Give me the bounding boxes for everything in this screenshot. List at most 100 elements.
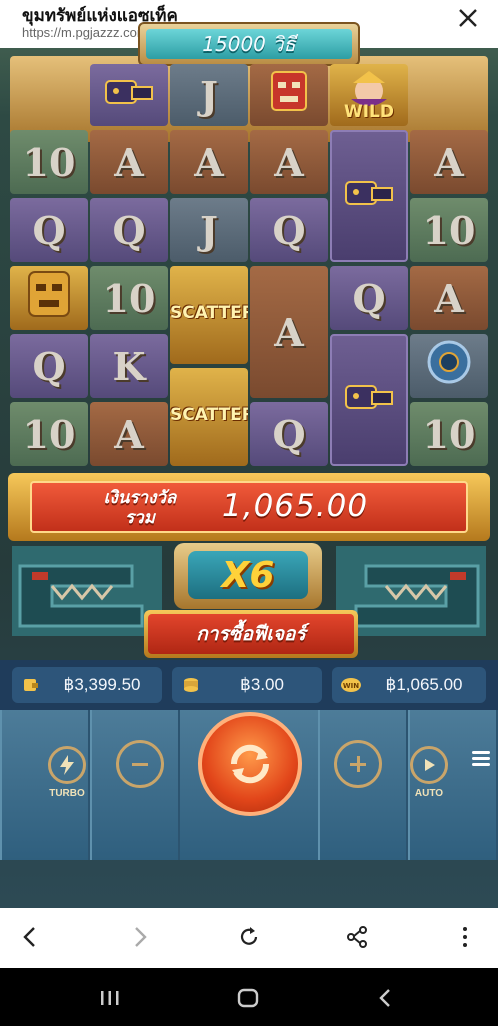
browser-bottom-nav: [0, 908, 498, 968]
red-mask-icon: [264, 66, 314, 124]
ways-count: 15000 วิธี: [202, 32, 296, 56]
multiplier-value: X6: [221, 554, 275, 596]
card-symbol-label: Q: [112, 207, 146, 253]
serpent-jaw-right-icon: [336, 546, 486, 636]
reel-cell: [330, 334, 408, 466]
reel-cell: J: [170, 64, 248, 126]
svg-text:WIN: WIN: [343, 682, 359, 690]
stone-serpent-icon: [102, 71, 156, 119]
stone-serpent-icon: [342, 376, 396, 424]
card-symbol-label: 10: [22, 139, 76, 185]
spin-button[interactable]: [198, 712, 302, 816]
card-symbol-label: 10: [22, 411, 76, 457]
reel-cell: 10: [10, 130, 88, 194]
reel-cell: A: [410, 266, 488, 330]
reload-icon[interactable]: [236, 924, 262, 950]
coin-stack-icon: [180, 674, 202, 696]
reel-cell: A: [90, 402, 168, 466]
card-symbol-label: A: [274, 139, 304, 185]
turbo-button[interactable]: [48, 746, 86, 784]
play-icon: [425, 759, 435, 771]
card-symbol-label: A: [114, 139, 144, 185]
reel-cell: [10, 266, 88, 330]
reel-cell: Q: [330, 266, 408, 330]
card-symbol-label: J: [200, 72, 218, 118]
win-box: WIN ฿1,065.00: [332, 667, 486, 703]
decrease-bet-button[interactable]: [116, 740, 164, 788]
autoplay-label: AUTO: [414, 788, 444, 799]
card-symbol-label: A: [194, 139, 224, 185]
balance-value: ฿3,399.50: [63, 675, 141, 694]
card-symbol-label: K: [112, 343, 146, 389]
system-back-icon[interactable]: [374, 988, 398, 1008]
reel-cell: 10: [10, 402, 88, 466]
reel-cell: K: [90, 334, 168, 398]
card-symbol-label: Q: [272, 411, 306, 457]
reel-cell: J: [170, 198, 248, 262]
back-icon[interactable]: [18, 924, 44, 950]
reel-cell: A: [410, 130, 488, 194]
reel-cell: Q: [10, 198, 88, 262]
wallet-icon: [20, 674, 42, 696]
ways-plate: 15000 วิธี: [138, 22, 360, 66]
reel-cell: 10: [90, 266, 168, 330]
last-win-value: ฿1,065.00: [385, 675, 463, 694]
reel-cell: SCATTER: [170, 368, 248, 466]
win-badge-icon: WIN: [340, 674, 362, 696]
card-symbol-label: A: [434, 275, 464, 321]
increase-bet-button[interactable]: [334, 740, 382, 788]
card-symbol-label: A: [274, 309, 304, 355]
bet-box: ฿3.00: [172, 667, 322, 703]
plus-icon: [350, 756, 366, 772]
balance-box: ฿3,399.50: [12, 667, 162, 703]
buy-feature-button[interactable]: การซื้อฟีเจอร์: [144, 610, 358, 658]
close-icon[interactable]: [456, 6, 480, 30]
more-options-icon[interactable]: [452, 924, 478, 950]
card-symbol-label: J: [200, 207, 218, 253]
reel-cell: [330, 130, 408, 262]
reel-cell: Q: [250, 198, 328, 262]
autoplay-button[interactable]: [410, 746, 448, 784]
reel-cell: Q: [10, 334, 88, 398]
total-win-label-line1: เงินรางวัล: [103, 488, 177, 508]
spin-arrows-icon: [230, 744, 270, 784]
recent-apps-icon[interactable]: [98, 988, 122, 1008]
reel-cell: [410, 334, 488, 398]
wild-symbol-label: WILD: [343, 102, 395, 122]
menu-icon[interactable]: [472, 748, 490, 768]
reel-cell: [90, 64, 168, 126]
scatter-symbol-label: SCATTER: [170, 303, 248, 323]
total-win-label-line2: รวม: [125, 508, 155, 528]
blue-disc-icon: [424, 337, 474, 395]
card-symbol-label: A: [434, 139, 464, 185]
minus-icon: [132, 763, 148, 766]
serpent-jaw-left-icon: [12, 546, 162, 636]
reel-cell: A: [170, 130, 248, 194]
reel-cell: WILD: [330, 64, 408, 126]
reel-cell: Q: [90, 198, 168, 262]
card-symbol-label: Q: [352, 275, 386, 321]
reel-grid: J WILD 10 Q Q 10 A Q 10 K A A J SCATTER SCATTER A Q A Q Q A 1…: [10, 64, 488, 474]
gold-mask-icon: [21, 266, 77, 330]
reel-cell: A: [250, 130, 328, 194]
home-icon[interactable]: [236, 988, 260, 1008]
card-symbol-label: Q: [272, 207, 306, 253]
share-icon[interactable]: [344, 924, 370, 950]
turbo-label: TURBO: [49, 788, 85, 799]
card-symbol-label: A: [114, 411, 144, 457]
reel-cell: [250, 64, 328, 126]
card-symbol-label: Q: [32, 343, 66, 389]
reel-cell: A: [250, 266, 328, 398]
scatter-symbol-label: SCATTER: [170, 405, 248, 425]
multiplier-plate: X6: [174, 543, 322, 609]
card-symbol-label: 10: [422, 411, 476, 457]
forward-icon[interactable]: [126, 924, 152, 950]
card-symbol-label: 10: [102, 275, 156, 321]
lightning-icon: [60, 755, 74, 775]
reel-cell: 10: [410, 198, 488, 262]
reel-cell: Q: [250, 402, 328, 466]
total-win-amount: 1,065.00: [222, 488, 369, 524]
reel-cell: SCATTER: [170, 266, 248, 364]
total-win-label: เงินรางวัล รวม: [70, 488, 210, 528]
system-nav-bar: [0, 968, 498, 1026]
